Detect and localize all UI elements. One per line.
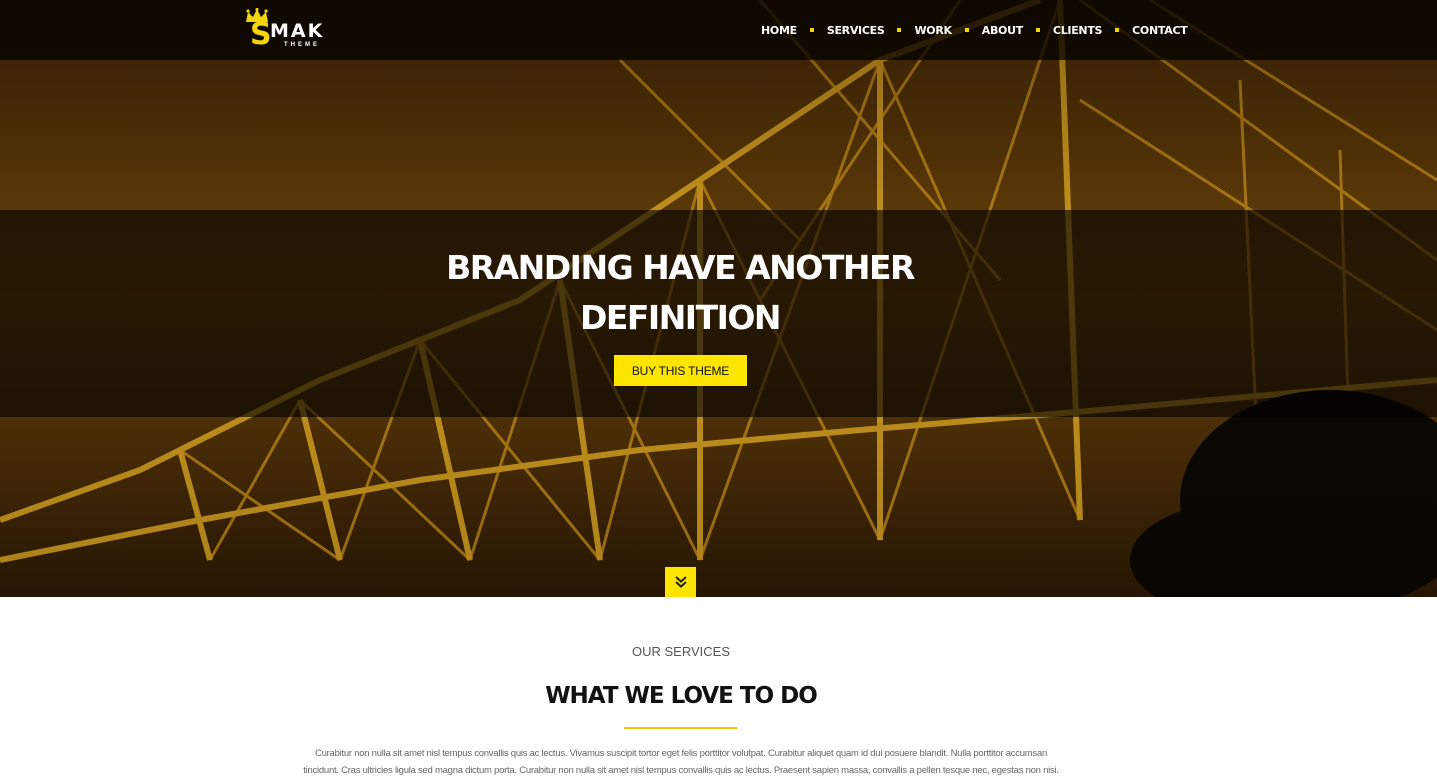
nav-item-work[interactable]: WORK: [914, 24, 952, 37]
logo-tagline: THEME: [284, 42, 320, 48]
double-chevron-down-icon: [674, 576, 687, 588]
nav-separator: [809, 28, 814, 32]
hero-headline-line-1: BRANDING HAVE ANOTHER: [446, 248, 915, 287]
top-navbar: S MAK THEME HOME SERVICES WORK ABOUT CLI…: [0, 0, 1437, 60]
hero-headline-line-2: DEFINITION: [579, 298, 782, 337]
services-eyebrow: OUR SERVICES: [631, 644, 730, 659]
logo-letter: S: [250, 17, 272, 52]
nav-item-services[interactable]: SERVICES: [827, 24, 885, 37]
scroll-down-button[interactable]: [665, 567, 696, 597]
title-divider: [624, 727, 737, 729]
services-description: Curabitur non nulla sit amet nisl tempus…: [303, 748, 1059, 776]
nav-separator: [1035, 28, 1040, 32]
nav-item-about[interactable]: ABOUT: [982, 24, 1023, 37]
nav-item-home[interactable]: HOME: [761, 24, 797, 37]
nav-separator: [1115, 28, 1120, 32]
nav-separator: [964, 28, 969, 32]
logo-name: MAK: [270, 20, 325, 42]
main-nav: HOME SERVICES WORK ABOUT CLIENTS CONTACT: [761, 22, 1188, 38]
nav-item-contact[interactable]: CONTACT: [1132, 24, 1188, 37]
brand-logo[interactable]: S MAK THEME: [242, 8, 324, 52]
services-title: WHAT WE LOVE TO DO: [545, 683, 818, 709]
nav-item-clients[interactable]: CLIENTS: [1053, 24, 1103, 37]
nav-separator: [897, 28, 902, 32]
buy-theme-button[interactable]: BUY THIS THEME: [614, 355, 747, 386]
